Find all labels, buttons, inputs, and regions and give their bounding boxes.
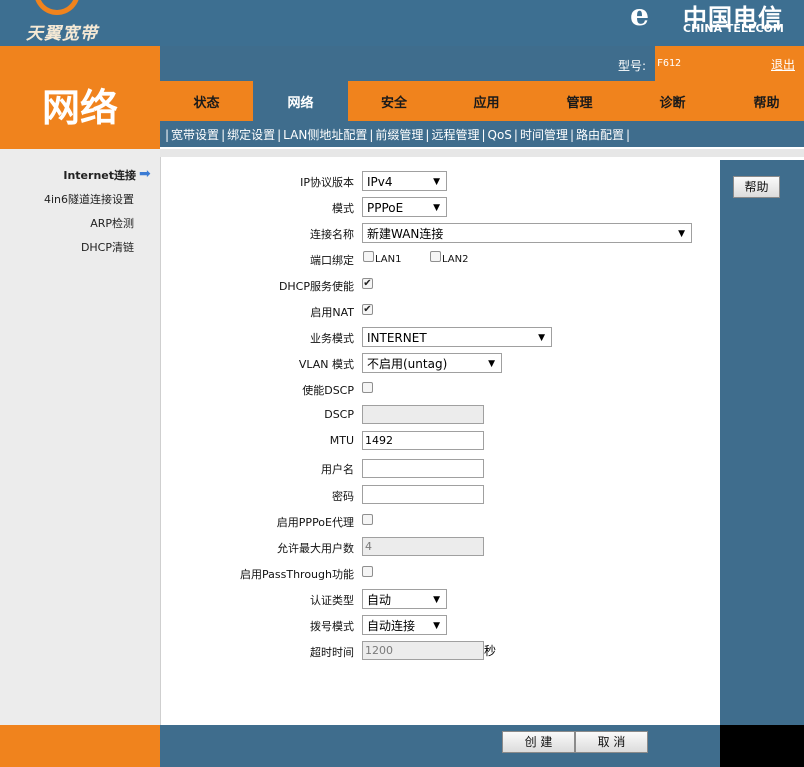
sidebar: [0, 149, 160, 725]
dropdown-arrow-icon: ▼: [488, 359, 495, 369]
dscp-enable-checkbox[interactable]: [362, 382, 373, 393]
pppoe-proxy-checkbox[interactable]: [362, 514, 373, 525]
subnav-broadband[interactable]: 宽带设置: [171, 128, 219, 142]
timeout-unit: 秒: [484, 644, 497, 658]
sidebar-item-arp[interactable]: ARP检测: [0, 215, 134, 231]
create-button[interactable]: 创 建: [502, 731, 575, 753]
brand-name: 天翼宽带: [26, 24, 98, 44]
help-button[interactable]: 帮助: [733, 176, 780, 198]
subnav-qos[interactable]: QoS: [488, 128, 512, 142]
port-binding-label: 端口绑定: [310, 254, 354, 267]
username-label: 用户名: [321, 463, 354, 476]
connection-name-label: 连接名称: [310, 228, 354, 241]
subnav-binding[interactable]: 绑定设置: [227, 128, 275, 142]
mtu-input[interactable]: 1492: [362, 431, 484, 450]
dropdown-arrow-icon: ▼: [433, 177, 440, 187]
max-users-label: 允许最大用户数: [277, 542, 354, 555]
auth-type-value: 自动: [367, 593, 392, 607]
ip-version-select[interactable]: IPv4 ▼: [362, 171, 447, 191]
lan1-checkbox[interactable]: [363, 251, 374, 262]
tab-diagnostics[interactable]: 诊断: [626, 81, 719, 121]
password-input[interactable]: [362, 485, 484, 504]
dhcp-enable-label: DHCP服务使能: [278, 280, 354, 293]
dropdown-arrow-icon: ▼: [678, 229, 685, 239]
subnav-prefix[interactable]: 前缀管理: [375, 128, 423, 142]
dial-mode-label: 拨号模式: [310, 620, 354, 633]
connection-name-value: 新建WAN连接: [367, 227, 444, 241]
password-label: 密码: [332, 490, 354, 503]
tab-applications[interactable]: 应用: [440, 81, 533, 121]
pppoe-proxy-label: 启用PPPoE代理: [276, 516, 354, 529]
ip-version-label: IP协议版本: [300, 176, 354, 189]
dscp-input[interactable]: [362, 405, 484, 424]
dscp-label: DSCP: [324, 408, 354, 421]
username-input[interactable]: [362, 459, 484, 478]
nat-enable-checkbox[interactable]: ✔: [362, 304, 373, 315]
arrow-right-icon: ➡: [139, 166, 151, 182]
tab-security[interactable]: 安全: [348, 81, 440, 121]
service-mode-value: INTERNET: [367, 331, 427, 345]
help-panel: [720, 160, 804, 725]
vlan-mode-value: 不启用(untag): [367, 357, 448, 371]
nat-enable-label: 启用NAT: [310, 306, 354, 319]
passthrough-label: 启用PassThrough功能: [240, 568, 354, 581]
tab-status[interactable]: 状态: [160, 81, 253, 121]
subnav-routing[interactable]: 路由配置: [576, 128, 624, 142]
footer-right: [720, 725, 804, 767]
dial-mode-select[interactable]: 自动连接 ▼: [362, 615, 447, 635]
subnav-time[interactable]: 时间管理: [520, 128, 568, 142]
sub-nav: | 宽带设置 | 绑定设置 | LAN侧地址配置 | 前缀管理 | 远程管理 | QoS | 时间管理 | 路…: [165, 128, 631, 142]
timeout-label: 超时时间: [310, 646, 354, 659]
dial-mode-value: 自动连接: [367, 619, 416, 633]
max-users-input[interactable]: 4: [362, 537, 484, 556]
connection-name-select[interactable]: 新建WAN连接 ▼: [362, 223, 692, 243]
dropdown-arrow-icon: ▼: [433, 595, 440, 605]
logout-link[interactable]: 退出: [771, 56, 795, 73]
page-title: 网络: [42, 86, 119, 130]
subnav-lan-address[interactable]: LAN侧地址配置: [283, 128, 367, 142]
vlan-mode-select[interactable]: 不启用(untag) ▼: [362, 353, 502, 373]
model-value: F612: [657, 58, 682, 69]
service-mode-select[interactable]: INTERNET ▼: [362, 327, 552, 347]
footer-left: [0, 725, 160, 767]
model-label: 型号:: [618, 59, 647, 73]
timeout-input[interactable]: 1200: [362, 641, 484, 660]
dropdown-arrow-icon: ▼: [433, 621, 440, 631]
dhcp-enable-checkbox[interactable]: ✔: [362, 278, 373, 289]
dropdown-arrow-icon: ▼: [538, 333, 545, 343]
lan2-label: LAN2: [442, 254, 469, 265]
tab-help[interactable]: 帮助: [719, 81, 804, 121]
dropdown-arrow-icon: ▼: [433, 203, 440, 213]
mode-label: 模式: [332, 202, 354, 215]
mode-select[interactable]: PPPoE ▼: [362, 197, 447, 217]
passthrough-checkbox[interactable]: [362, 566, 373, 577]
ip-version-value: IPv4: [367, 175, 393, 189]
mode-value: PPPoE: [367, 201, 404, 215]
tab-network[interactable]: 网络: [253, 81, 348, 121]
mtu-label: MTU: [329, 434, 354, 447]
lan2-checkbox[interactable]: [430, 251, 441, 262]
auth-type-select[interactable]: 自动 ▼: [362, 589, 447, 609]
auth-type-label: 认证类型: [310, 594, 354, 607]
subnav-remote[interactable]: 远程管理: [431, 128, 479, 142]
telecom-name-en: CHINA TELECOM: [683, 22, 784, 35]
dscp-enable-label: 使能DSCP: [302, 384, 354, 397]
cancel-button[interactable]: 取 消: [575, 731, 648, 753]
sidebar-item-internet[interactable]: Internet连接: [0, 167, 136, 183]
china-telecom-logo-icon: e: [630, 0, 650, 33]
sidebar-item-dhcp[interactable]: DHCP清链: [0, 239, 134, 255]
sidebar-item-4in6[interactable]: 4in6隧道连接设置: [0, 191, 134, 207]
vlan-mode-label: VLAN 模式: [298, 358, 354, 371]
lan1-label: LAN1: [375, 254, 402, 265]
content-top-edge: [160, 149, 804, 157]
tab-management[interactable]: 管理: [533, 81, 626, 121]
service-mode-label: 业务模式: [310, 332, 354, 345]
